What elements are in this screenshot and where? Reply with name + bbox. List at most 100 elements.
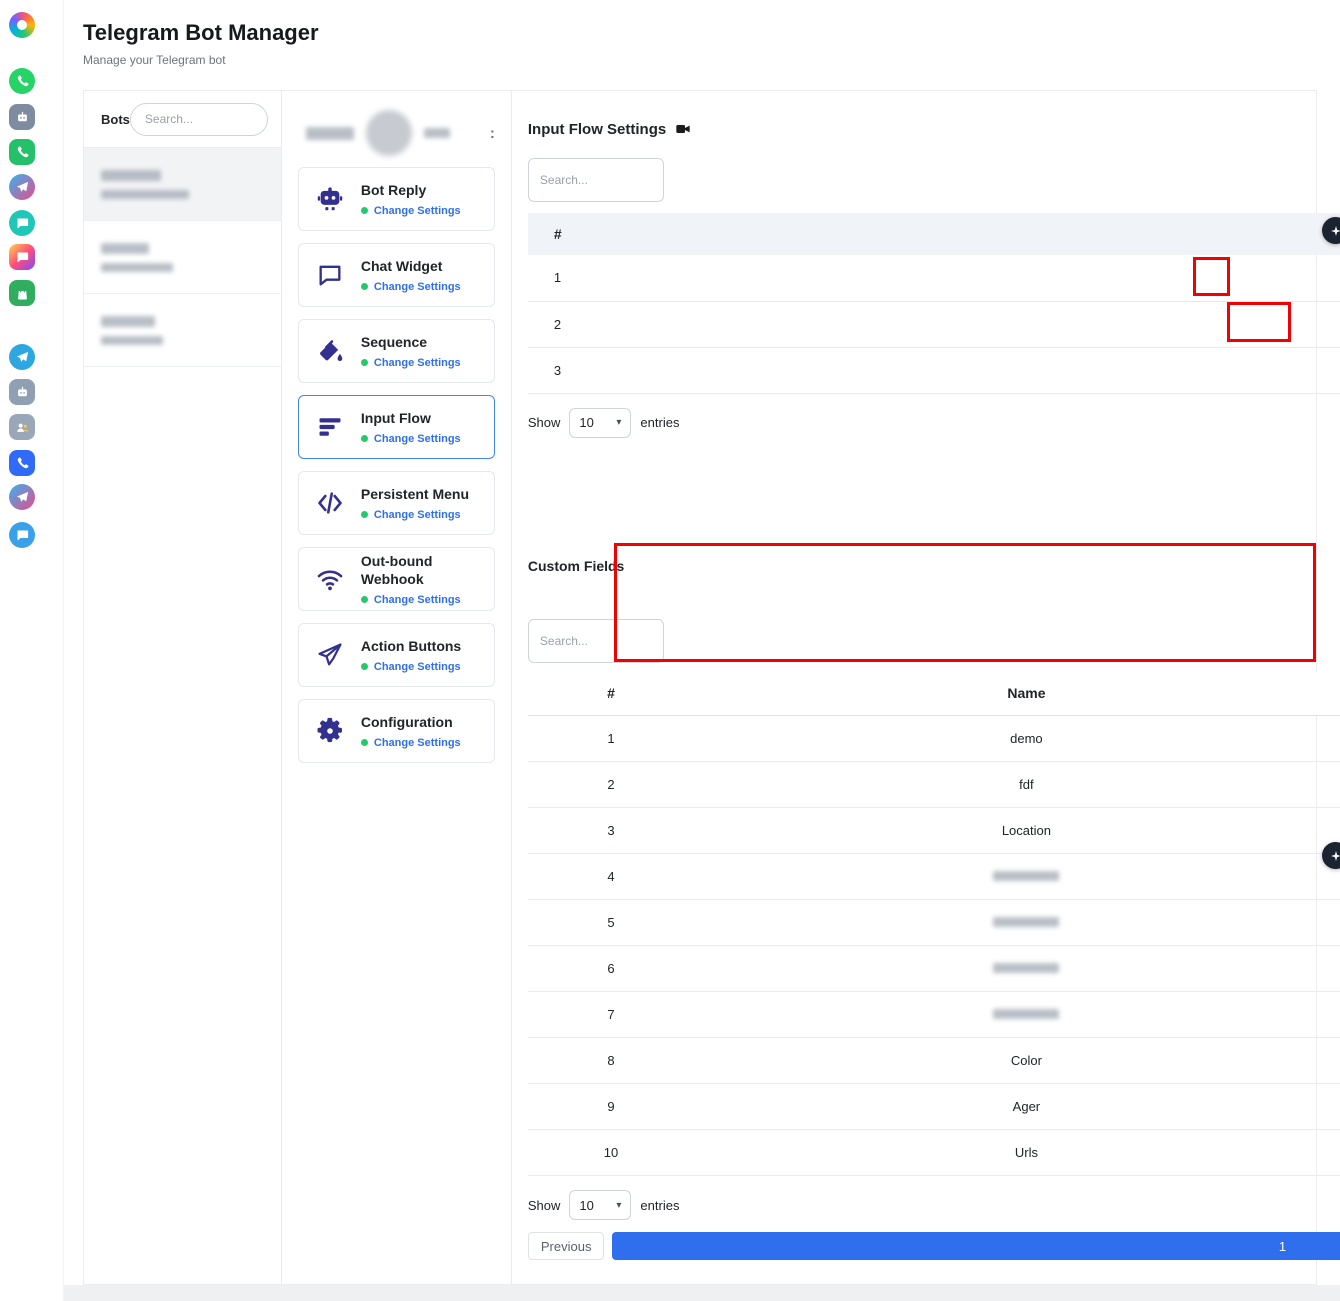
redacted-bot-handle bbox=[101, 190, 189, 199]
bots-panel: Bots bbox=[84, 91, 282, 1284]
campaigns-table: # Campaign Name⇅ Actions 1 bbox=[528, 213, 1340, 394]
campaign-search-input[interactable] bbox=[528, 158, 664, 202]
page-button-1[interactable]: 1 bbox=[612, 1232, 1340, 1260]
sms-chat-icon[interactable] bbox=[9, 210, 35, 236]
change-settings-link[interactable]: Change Settings bbox=[374, 737, 461, 749]
whatsapp-business-icon[interactable] bbox=[9, 139, 35, 165]
settings-card-title: Chat Widget bbox=[361, 258, 443, 274]
row-number: 7 bbox=[528, 992, 694, 1038]
table-row: 3 Location Text 20th Sep 23 17:45 bbox=[528, 808, 1340, 854]
redacted-bot-name bbox=[101, 316, 155, 327]
selected-bot-info: : bbox=[298, 107, 495, 159]
settings-card-configuration[interactable]: Configuration Change Settings bbox=[298, 699, 495, 763]
campaign-name bbox=[588, 347, 1340, 393]
page: Telegram Bot Manager Manage your Telegra… bbox=[0, 0, 1340, 1301]
bot-list-item[interactable] bbox=[84, 294, 281, 367]
settings-card-bot-reply[interactable]: Bot Reply Change Settings bbox=[298, 167, 495, 231]
voice-call-icon[interactable] bbox=[9, 450, 35, 476]
messenger-bot-icon[interactable] bbox=[9, 104, 35, 130]
redacted-bot-title bbox=[424, 128, 450, 138]
change-settings-link[interactable]: Change Settings bbox=[374, 594, 461, 606]
field-name bbox=[694, 946, 1340, 992]
table-row: 6 Phone 20th Sep 23 17:12 bbox=[528, 946, 1340, 992]
settings-card-action-buttons[interactable]: Action Buttons Change Settings bbox=[298, 623, 495, 687]
whatsapp-icon[interactable] bbox=[9, 68, 35, 94]
custom-fields-search-input[interactable] bbox=[528, 619, 664, 663]
field-name: fdf bbox=[694, 762, 1340, 808]
table-row: 2 fdf Text 28th Sep 23 17:22 bbox=[528, 762, 1340, 808]
settings-card-persistent-menu[interactable]: Persistent Menu Change Settings bbox=[298, 471, 495, 535]
page-size-select[interactable]: 10▾ bbox=[569, 408, 631, 438]
status-dot bbox=[361, 283, 368, 290]
row-number: 10 bbox=[528, 1130, 694, 1176]
row-number: 4 bbox=[528, 854, 694, 900]
row-number: 8 bbox=[528, 1038, 694, 1084]
campaign-number: 3 bbox=[528, 347, 588, 393]
row-number: 6 bbox=[528, 946, 694, 992]
main-panel: Bots : bbox=[83, 90, 1317, 1285]
telegram-broadcast-icon[interactable] bbox=[9, 484, 35, 510]
campaign-number: 1 bbox=[528, 255, 588, 301]
previous-page-button[interactable]: Previous bbox=[528, 1232, 605, 1260]
bot-title-separator: : bbox=[490, 125, 495, 142]
change-settings-link[interactable]: Change Settings bbox=[374, 661, 461, 673]
group-manager-icon[interactable] bbox=[9, 414, 35, 440]
change-settings-link[interactable]: Change Settings bbox=[374, 281, 461, 293]
lines-icon bbox=[313, 410, 347, 444]
fill-bucket-icon bbox=[313, 334, 347, 368]
change-settings-link[interactable]: Change Settings bbox=[374, 509, 461, 521]
settings-card-outbound-webhook[interactable]: Out-bound Webhook Change Settings bbox=[298, 547, 495, 611]
custom-fields-section: Custom Fields Create # Name⇅ Reply T bbox=[528, 550, 1340, 1261]
settings-card-chat-widget[interactable]: Chat Widget Change Settings bbox=[298, 243, 495, 307]
entries-label: entries bbox=[640, 1198, 679, 1213]
campaign-row: 2 bbox=[528, 301, 1340, 347]
ecommerce-icon[interactable] bbox=[9, 280, 35, 306]
status-dot bbox=[361, 511, 368, 518]
change-settings-link[interactable]: Change Settings bbox=[374, 357, 461, 369]
logo-center bbox=[17, 20, 27, 30]
row-number: 2 bbox=[528, 762, 694, 808]
change-settings-link[interactable]: Change Settings bbox=[374, 205, 461, 217]
settings-card-input-flow[interactable]: Input Flow Change Settings bbox=[298, 395, 495, 459]
omnichannel-icon[interactable] bbox=[9, 244, 35, 270]
row-number: 5 bbox=[528, 900, 694, 946]
chatpion-logo-icon[interactable] bbox=[9, 12, 35, 38]
column-header-campaign[interactable]: Campaign Name⇅ bbox=[588, 213, 1340, 255]
bots-title: Bots bbox=[101, 112, 130, 127]
telegram-campaign-icon[interactable] bbox=[9, 174, 35, 200]
field-name bbox=[694, 992, 1340, 1038]
settings-card-title: Configuration bbox=[361, 714, 453, 730]
show-label: Show bbox=[528, 1198, 561, 1213]
custom-fields-pagination: Previous 1 2 Next bbox=[528, 1232, 1340, 1260]
status-dot bbox=[361, 739, 368, 746]
column-header-name[interactable]: Name⇅ bbox=[694, 672, 1340, 716]
settings-card-sequence[interactable]: Sequence Change Settings bbox=[298, 319, 495, 383]
show-label: Show bbox=[528, 415, 561, 430]
field-name bbox=[694, 900, 1340, 946]
telegram-bot-icon[interactable] bbox=[9, 379, 35, 405]
app-rail bbox=[0, 0, 64, 1301]
settings-card-title: Persistent Menu bbox=[361, 486, 469, 502]
campaign-name bbox=[588, 255, 1340, 301]
redacted-bot-name bbox=[101, 170, 161, 181]
column-header-num: # bbox=[528, 213, 588, 255]
custom-fields-toolbar: Create bbox=[528, 618, 1340, 664]
change-settings-link[interactable]: Change Settings bbox=[374, 433, 461, 445]
status-dot bbox=[361, 663, 368, 670]
field-name: Urls bbox=[694, 1130, 1340, 1176]
chevron-down-icon: ▾ bbox=[616, 417, 621, 428]
telegram-icon[interactable] bbox=[9, 344, 35, 370]
page-size-value: 10 bbox=[579, 1198, 593, 1213]
table-row: 1 demo Text 30th Sep 23 11:35 bbox=[528, 716, 1340, 762]
bot-list-item[interactable] bbox=[84, 148, 281, 221]
campaign-row: 3 bbox=[528, 347, 1340, 393]
livechat-icon[interactable] bbox=[9, 522, 35, 548]
custom-fields-table-footer: Show 10▾ entries Showing 1 to 10 of 14 e… bbox=[528, 1190, 1340, 1220]
campaign-row: 1 bbox=[528, 255, 1340, 301]
page-size-select[interactable]: 10▾ bbox=[569, 1190, 631, 1220]
bots-search-input[interactable] bbox=[130, 103, 268, 136]
bot-list-item[interactable] bbox=[84, 221, 281, 294]
table-row: 10 Urls URL 30th Jul 22 11:05 bbox=[528, 1130, 1340, 1176]
custom-fields-title: Custom Fields bbox=[528, 550, 1340, 574]
settings-panel: : Bot Reply Change Settings Chat Widget … bbox=[282, 91, 512, 1284]
